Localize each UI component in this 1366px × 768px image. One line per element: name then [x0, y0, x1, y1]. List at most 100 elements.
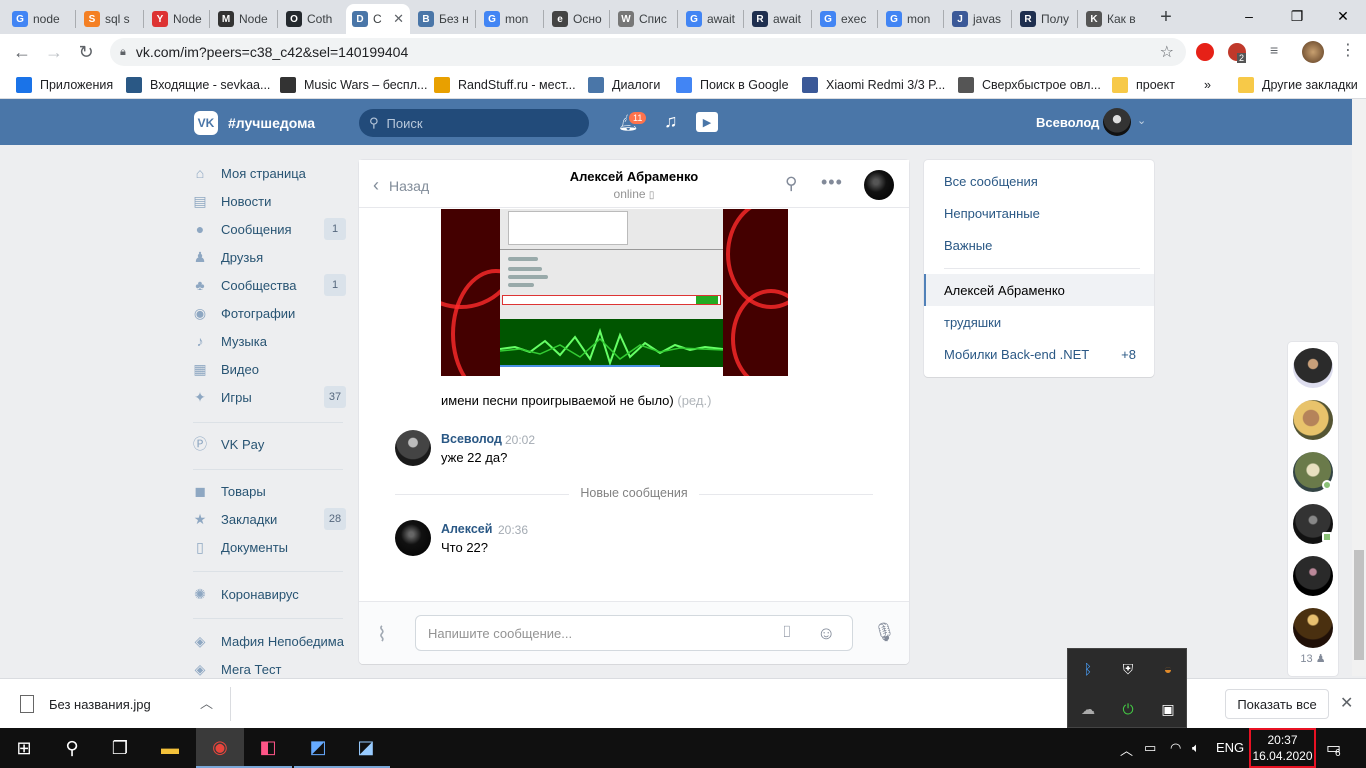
chevron-up-icon[interactable]: ︿ [200, 693, 213, 712]
windows-start-icon[interactable]: ⊞ [0, 728, 48, 768]
menu-item[interactable]: ▤ Новости [192, 187, 346, 215]
more-icon[interactable]: ••• [821, 172, 843, 193]
side-chat-avatar[interactable] [1293, 556, 1333, 596]
menu-item[interactable]: ✦ Игры 37 [192, 383, 346, 411]
close-icon[interactable]: ✕ [1340, 693, 1353, 713]
microphone-icon[interactable]: 🎙︎ [873, 622, 896, 643]
language-indicator[interactable]: ENG [1216, 740, 1244, 755]
message-input[interactable] [428, 624, 768, 642]
browser-tab[interactable]: Jjavas [946, 4, 1012, 34]
close-window-button[interactable]: ✕ [1320, 0, 1366, 32]
filter-important[interactable]: Важные [944, 238, 992, 253]
menu-item[interactable]: ● Сообщения 1 [192, 215, 346, 243]
file-explorer-icon[interactable]: ▬ [146, 728, 194, 768]
side-chat-avatar[interactable] [1293, 608, 1333, 648]
browser-tab[interactable]: Gnode [6, 4, 76, 34]
header-user-name[interactable]: Всеволод [1036, 115, 1099, 130]
bookmark-item[interactable]: Приложения [16, 76, 113, 94]
bookmark-item[interactable]: Сверхбыстрое овл... [958, 76, 1101, 94]
bookmark-item[interactable]: RandStuff.ru - мест... [434, 76, 576, 94]
message-time[interactable]: 20:36 [498, 523, 528, 537]
bookmarks-overflow-button[interactable]: » [1204, 76, 1211, 94]
browser-tab[interactable]: O Coth [280, 4, 344, 34]
scrollbar-thumb[interactable] [1354, 550, 1364, 660]
new-tab-button[interactable]: + [1154, 4, 1178, 30]
side-chat-avatar[interactable] [1293, 400, 1333, 440]
wifi-icon[interactable]: ◠ [1170, 740, 1181, 756]
battery-icon[interactable]: ▭ [1144, 740, 1156, 756]
browser-tab[interactable]: Rawait [746, 4, 812, 34]
bookmark-item[interactable]: Поиск в Google [676, 76, 789, 94]
message-time[interactable]: 20:02 [505, 433, 535, 447]
header-avatar[interactable] [1103, 108, 1131, 136]
back-arrow-icon[interactable]: ← [10, 41, 34, 63]
filter-chat-selected[interactable]: Алексей Абраменко [924, 274, 1154, 306]
browser-tab[interactable]: B Без н [412, 4, 476, 34]
search-icon[interactable]: ⚲ [785, 174, 797, 194]
bookmark-item[interactable]: Входящие - sevkaa... [126, 76, 270, 94]
filter-all-messages[interactable]: Все сообщения [944, 174, 1038, 189]
show-all-downloads-button[interactable]: Показать все [1225, 689, 1329, 719]
cloud-icon[interactable]: ☁ [1078, 699, 1098, 719]
message-avatar[interactable] [395, 520, 431, 556]
vk-logo[interactable]: VK [194, 111, 218, 135]
menu-item[interactable]: ♪ Музыка [192, 327, 346, 355]
menu-item[interactable]: ◈ Мафия Непобедима [192, 627, 346, 655]
menu-item[interactable]: ▦ Видео [192, 355, 346, 383]
filter-chat[interactable]: Мобилки Back-end .NET +8 [944, 347, 1136, 362]
browser-tab[interactable]: Ssql s [78, 4, 144, 34]
menu-item[interactable]: ♟ Друзья [192, 243, 346, 271]
clock[interactable]: 20:37 16.04.2020 [1249, 728, 1316, 768]
browser-tab[interactable]: M Node [212, 4, 278, 34]
menu-item[interactable]: ◉ Фотографии [192, 299, 346, 327]
browser-tab[interactable]: e Осно [546, 4, 610, 34]
maximize-button[interactable]: ❐ [1274, 0, 1320, 32]
search-icon[interactable]: ⚲ [48, 728, 96, 768]
bookmark-item[interactable]: Music Wars – беспл... [280, 76, 427, 94]
download-file-name[interactable]: Без названия.jpg [49, 697, 151, 712]
filter-chat[interactable]: трудяшки [944, 315, 1001, 330]
message-author[interactable]: Всеволод [441, 432, 502, 446]
filter-unread[interactable]: Непрочитанные [944, 206, 1040, 221]
browser-tab[interactable]: Gawait [680, 4, 744, 34]
power-icon[interactable]: ⏻ [1118, 699, 1138, 719]
device-icon[interactable]: ▣ [1158, 699, 1178, 719]
chat-avatar[interactable] [864, 170, 894, 200]
visual-studio-icon[interactable]: ◩ [294, 728, 342, 768]
browser-tab[interactable]: Gmon [478, 4, 544, 34]
security-shield-icon[interactable]: ⛨ [1118, 659, 1138, 679]
message-image-attachment[interactable] [441, 209, 788, 376]
message-avatar[interactable] [395, 430, 431, 466]
menu-item[interactable]: ▯ Документы [192, 533, 346, 561]
vk-hashtag[interactable]: #лучшедома [228, 115, 315, 131]
forward-arrow-icon[interactable]: → [42, 41, 66, 63]
browser-tab[interactable]: Y Node [146, 4, 210, 34]
vk-search-input[interactable]: ⚲ Поиск [359, 109, 589, 137]
address-bar[interactable]: 🔒︎ vk.com/im?peers=c38_c42&sel=140199404… [110, 38, 1186, 66]
browser-menu-icon[interactable]: ⋮ [1340, 40, 1356, 60]
browser-tab[interactable]: K Как в [1080, 4, 1144, 34]
side-chat-avatar[interactable] [1293, 348, 1333, 388]
paperclip-icon[interactable]: ⌇ [377, 622, 387, 647]
media-controls-icon[interactable]: ≡ [1270, 42, 1278, 58]
play-icon[interactable]: ▶ [696, 112, 718, 132]
chevron-down-icon[interactable]: ⌄ [1137, 114, 1146, 127]
menu-item[interactable]: ✺ Коронавирус [192, 580, 346, 608]
browser-tab[interactable]: R Полу [1014, 4, 1078, 34]
bookmark-star-icon[interactable]: ☆ [1160, 42, 1174, 62]
other-bookmarks[interactable]: Другие закладки [1238, 76, 1358, 94]
volume-icon[interactable]: 🔈︎ [1192, 740, 1200, 756]
browser-tab[interactable]: Gexec [814, 4, 878, 34]
bookmark-item[interactable]: Xiaomi Redmi 3/3 P... [802, 76, 945, 94]
bluetooth-icon[interactable]: ᛒ [1078, 659, 1098, 679]
menu-item[interactable]: ♣ Сообщества 1 [192, 271, 346, 299]
menu-item[interactable]: ⌂ Моя страница [192, 159, 346, 187]
reload-icon[interactable]: ↻ [74, 41, 98, 63]
browser-tab[interactable]: Gmon [880, 4, 944, 34]
emoji-icon[interactable]: ☺ [817, 623, 835, 644]
browser-tab[interactable]: W Спис [612, 4, 678, 34]
extension-opera-icon[interactable] [1196, 43, 1214, 61]
intellij-icon[interactable]: ◧ [244, 728, 292, 768]
chrome-icon[interactable]: ◉ [196, 728, 244, 768]
app-tray-icon[interactable]: ◒ [1158, 659, 1178, 679]
